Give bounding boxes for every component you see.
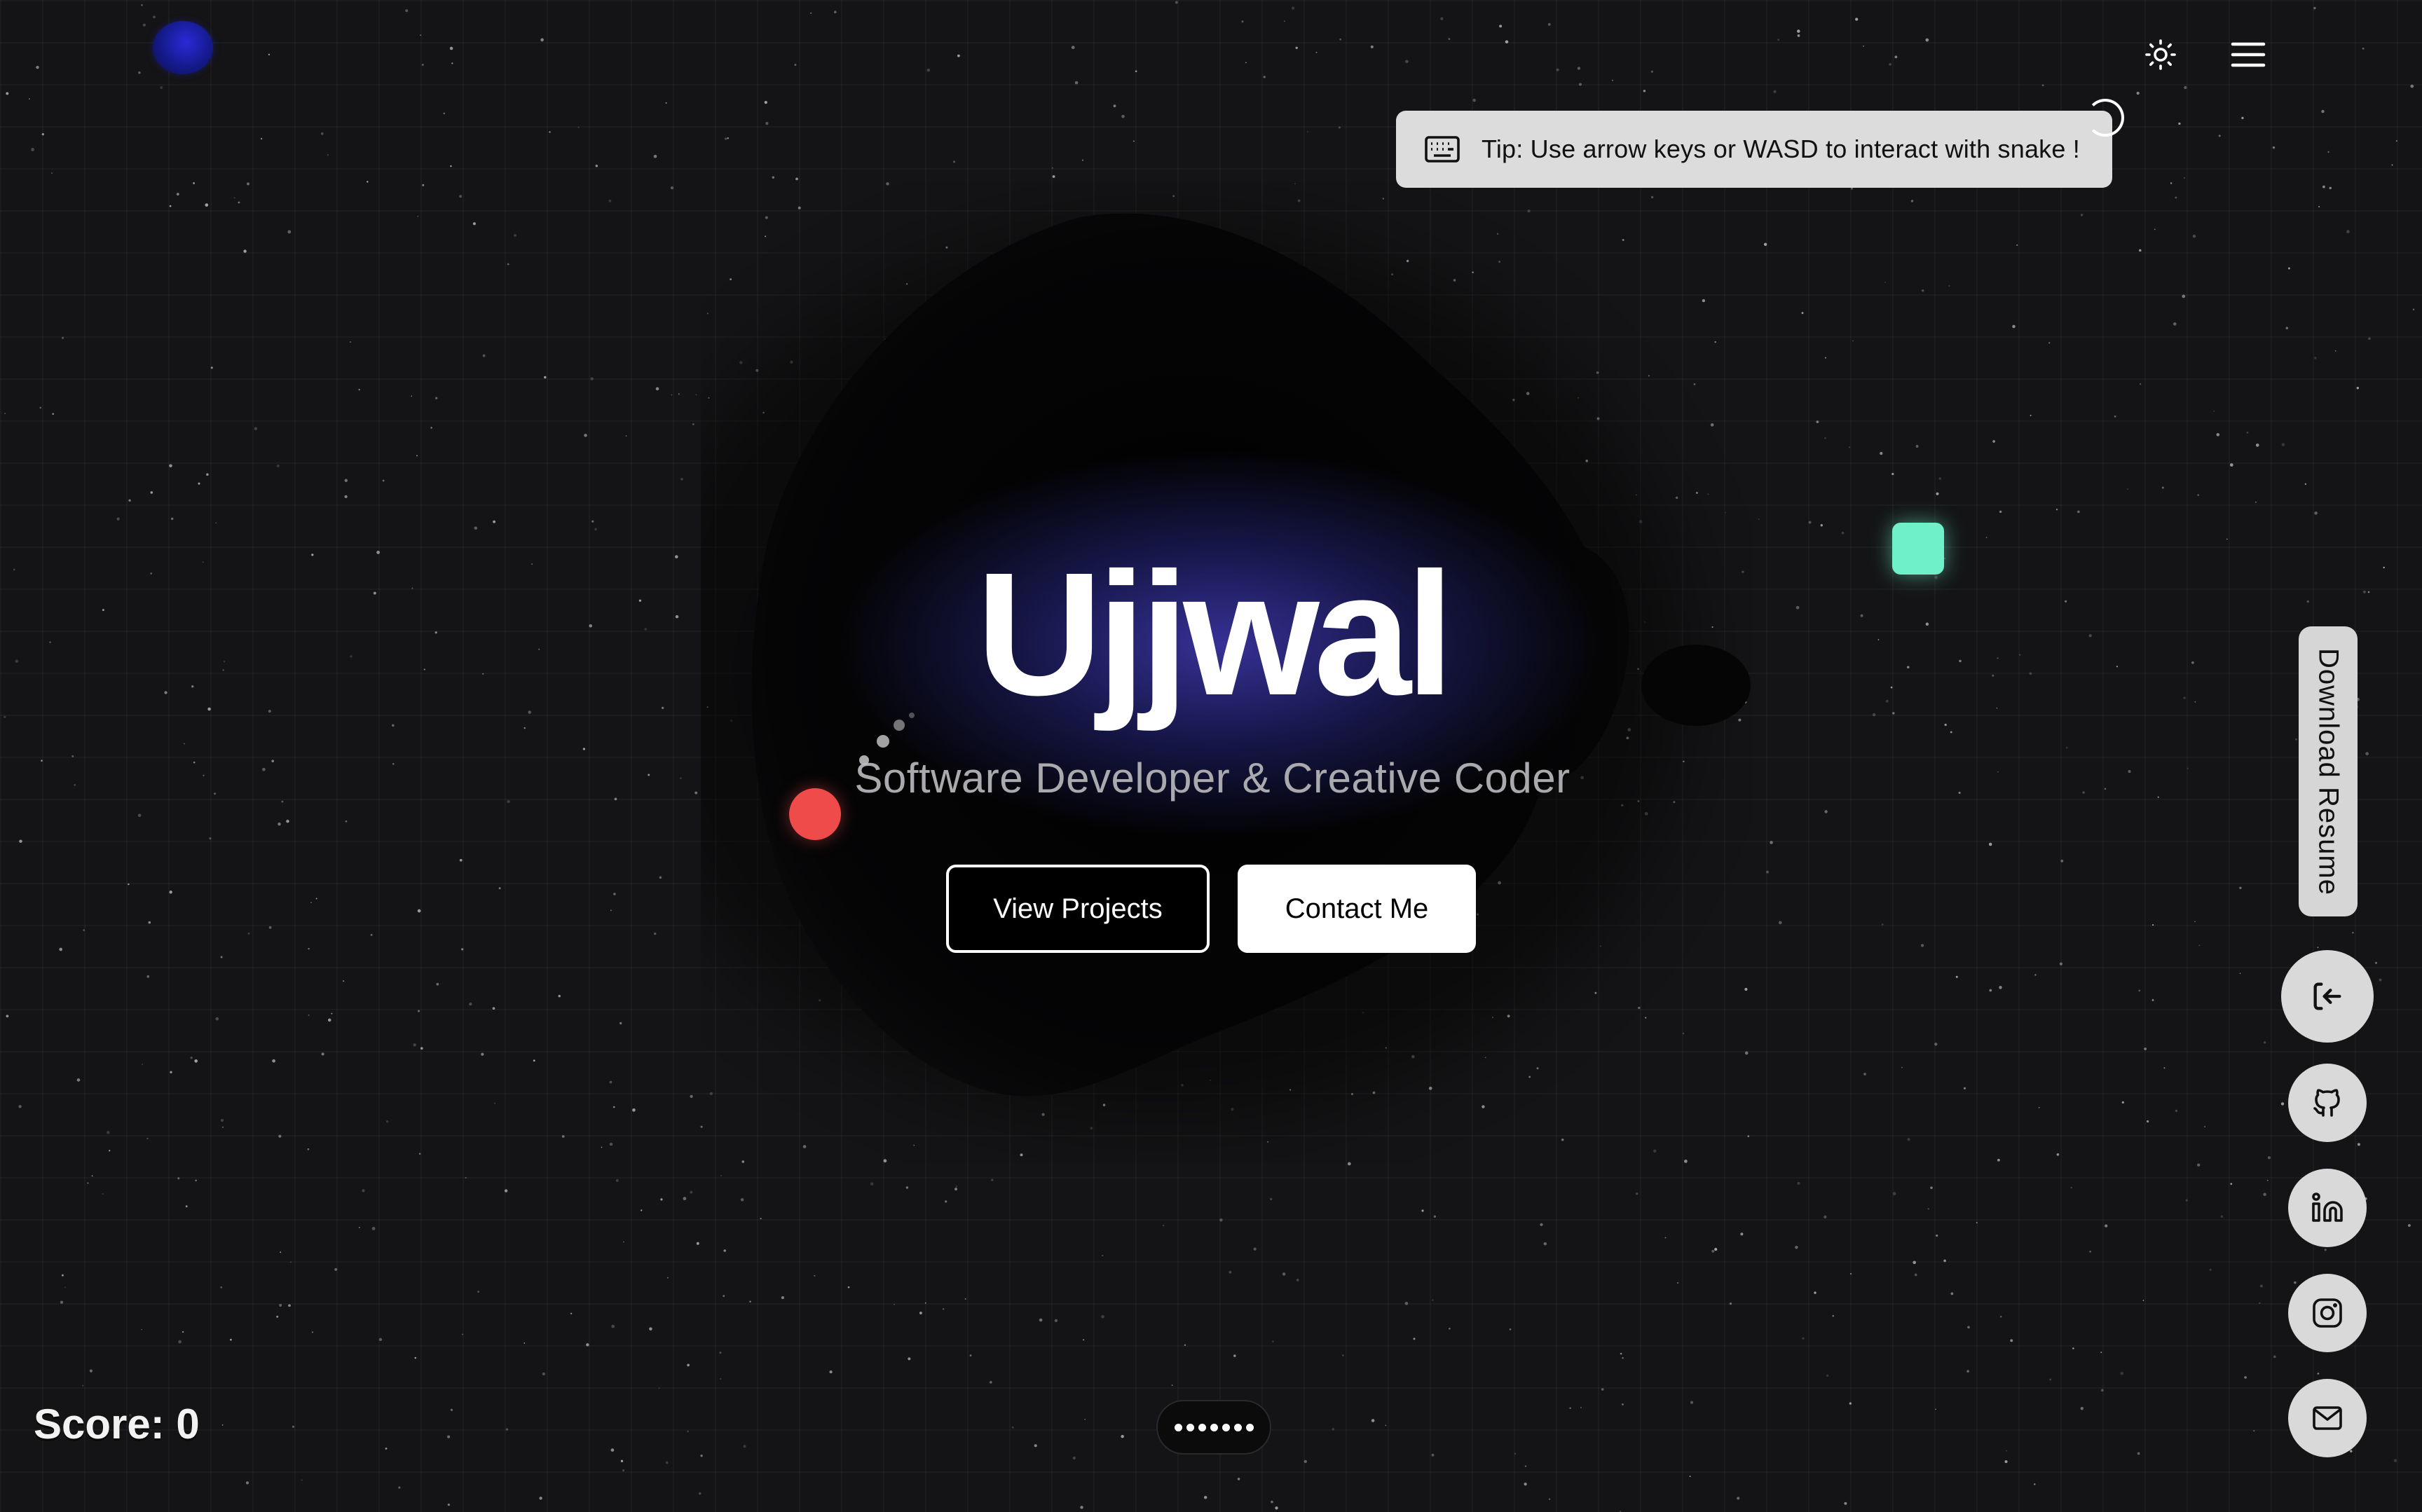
hero-stage: Tip: Use arrow keys or WASD to interact … (0, 0, 2422, 1512)
hero-subtitle: Software Developer & Creative Coder (854, 755, 1571, 802)
page-dot[interactable] (1210, 1423, 1218, 1431)
snake-trail-dot (909, 713, 915, 718)
loading-ring-icon (2086, 99, 2124, 137)
page-dot[interactable] (1186, 1423, 1194, 1431)
instagram-button[interactable] (2288, 1274, 2367, 1352)
download-resume-label: Download Resume (2313, 647, 2344, 895)
page-dot[interactable] (1245, 1423, 1254, 1431)
instagram-icon (2313, 1298, 2342, 1328)
mail-icon (2313, 1406, 2342, 1430)
hero-name: Ujjwal (976, 536, 1454, 731)
score-counter: Score: 0 (34, 1401, 200, 1448)
hamburger-menu-icon[interactable] (2220, 27, 2276, 83)
snake-trail-dot (859, 755, 869, 765)
snake-food (1892, 523, 1944, 575)
exit-arrow-button[interactable] (2281, 950, 2374, 1043)
page-indicator[interactable] (1156, 1400, 1271, 1455)
orb-logo-icon[interactable] (153, 21, 213, 74)
download-resume-button[interactable]: Download Resume (2299, 626, 2358, 916)
snake-head (789, 788, 841, 840)
sun-icon[interactable] (2133, 27, 2189, 83)
page-dot[interactable] (1222, 1423, 1230, 1431)
tip-banner: Tip: Use arrow keys or WASD to interact … (1396, 111, 2112, 188)
exit-arrow-icon (2313, 982, 2341, 1010)
page-dot[interactable] (1233, 1423, 1242, 1431)
github-button[interactable] (2288, 1064, 2367, 1142)
snake-trail-dot (894, 720, 905, 731)
view-projects-button[interactable]: View Projects (946, 865, 1210, 953)
page-dot[interactable] (1198, 1423, 1206, 1431)
tip-text: Tip: Use arrow keys or WASD to interact … (1482, 135, 2080, 163)
mail-button[interactable] (2288, 1379, 2367, 1457)
keyboard-icon (1425, 136, 1460, 163)
linkedin-icon (2312, 1193, 2343, 1222)
contact-me-button[interactable]: Contact Me (1238, 865, 1476, 953)
linkedin-button[interactable] (2288, 1169, 2367, 1247)
github-icon (2313, 1089, 2340, 1117)
page-dot[interactable] (1174, 1423, 1182, 1431)
snake-trail-dot (877, 735, 889, 748)
